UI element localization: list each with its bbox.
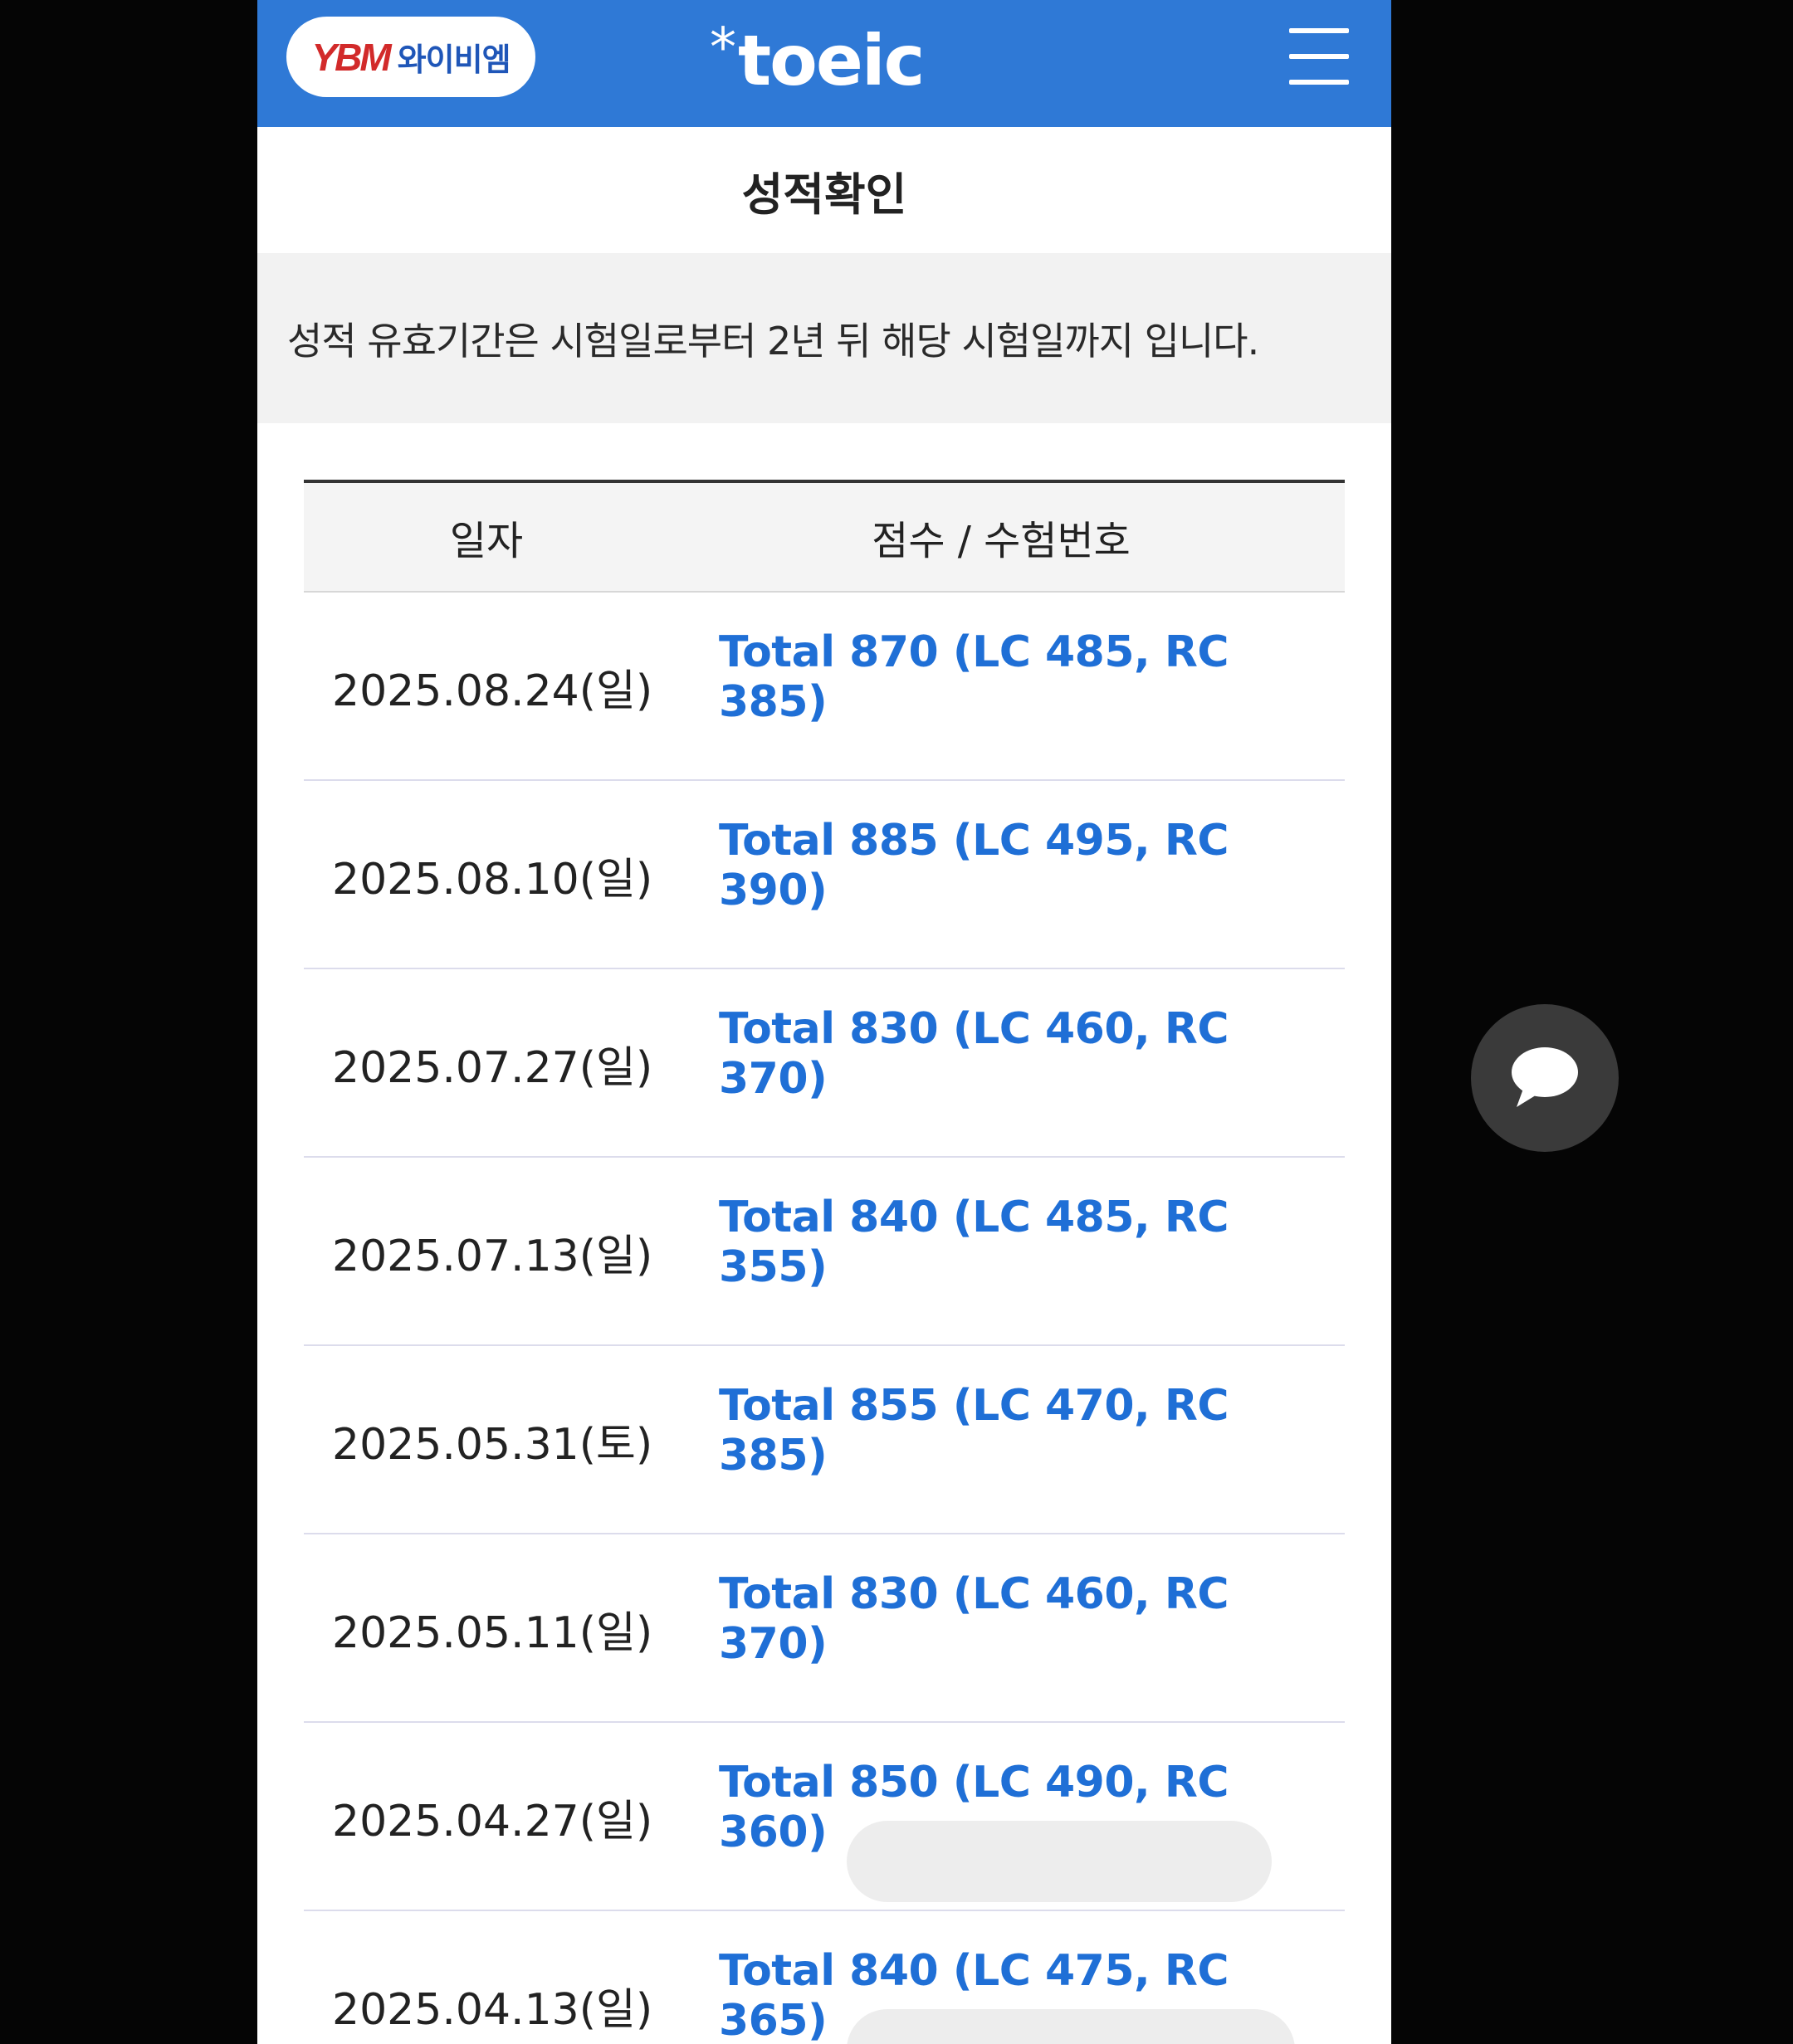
table-row: 2025.05.11(일) Total 830 (LC 460, RC 370) [304,1534,1345,1723]
test-date: 2025.04.13(일) [332,1985,653,2035]
test-date: 2025.07.27(일) [332,1043,653,1093]
table-row: 2025.07.13(일) Total 840 (LC 485, RC 355) [304,1158,1345,1346]
table-header: 일자 점수 / 수험번호 [304,480,1345,593]
test-date: 2025.07.13(일) [332,1232,653,1281]
mobile-screen: YBM 와이비엠 * toeic 성적확인 성적 유효기간은 시험일로부터 2년… [257,0,1391,2044]
table-row: 2025.04.27(일) Total 850 (LC 490, RC 360) [304,1723,1345,1911]
page-title: 성적확인 [741,168,907,221]
column-header-score: 점수 / 수험번호 [872,518,1131,564]
score-link[interactable]: Total 840 (LC 485, RC 355) [719,1193,1345,1292]
score-link[interactable]: Total 830 (LC 460, RC 370) [719,1004,1345,1104]
top-header: YBM 와이비엠 * toeic [257,0,1391,127]
test-date: 2025.05.11(일) [332,1608,653,1658]
redacted-id-blur [847,2009,1295,2044]
ybm-logo-mark: YBM [311,35,391,79]
score-link[interactable]: Total 830 (LC 460, RC 370) [719,1569,1345,1669]
menu-line [1289,80,1349,85]
test-date: 2025.04.27(일) [332,1797,653,1846]
column-header-date: 일자 [449,518,524,564]
ybm-logo-text: 와이비엠 [397,41,511,78]
table-row: 2025.08.10(일) Total 885 (LC 495, RC 390) [304,781,1345,969]
ybm-logo-button[interactable]: YBM 와이비엠 [286,17,535,97]
test-date: 2025.08.10(일) [332,855,653,905]
toeic-logo[interactable]: * toeic [710,15,925,106]
table-row: 2025.08.24(일) Total 870 (LC 485, RC 385) [304,593,1345,781]
chat-button[interactable] [1471,1004,1619,1152]
score-link[interactable]: Total 855 (LC 470, RC 385) [719,1381,1345,1481]
toeic-star-icon: * [710,17,736,79]
table-row: 2025.07.27(일) Total 830 (LC 460, RC 370) [304,969,1345,1158]
chat-bubble-icon [1512,1047,1578,1107]
table-row: 2025.04.13(일) Total 840 (LC 475, RC 365) [304,1911,1345,2044]
menu-line [1289,28,1349,33]
hamburger-menu-icon[interactable] [1289,28,1349,85]
test-date: 2025.08.24(일) [332,666,653,716]
test-date: 2025.05.31(토) [332,1420,653,1470]
score-link[interactable]: Total 885 (LC 495, RC 390) [719,816,1345,915]
validity-notice: 성적 유효기간은 시험일로부터 2년 뒤 해당 시험일까지 입니다. [257,253,1391,423]
toeic-wordmark: toeic [738,20,925,101]
table-row: 2025.05.31(토) Total 855 (LC 470, RC 385) [304,1346,1345,1534]
redacted-id-blur [847,1821,1272,1902]
score-link[interactable]: Total 870 (LC 485, RC 385) [719,627,1345,727]
menu-line [1289,54,1349,59]
score-table: 일자 점수 / 수험번호 2025.08.24(일) Total 870 (LC… [304,480,1345,2044]
